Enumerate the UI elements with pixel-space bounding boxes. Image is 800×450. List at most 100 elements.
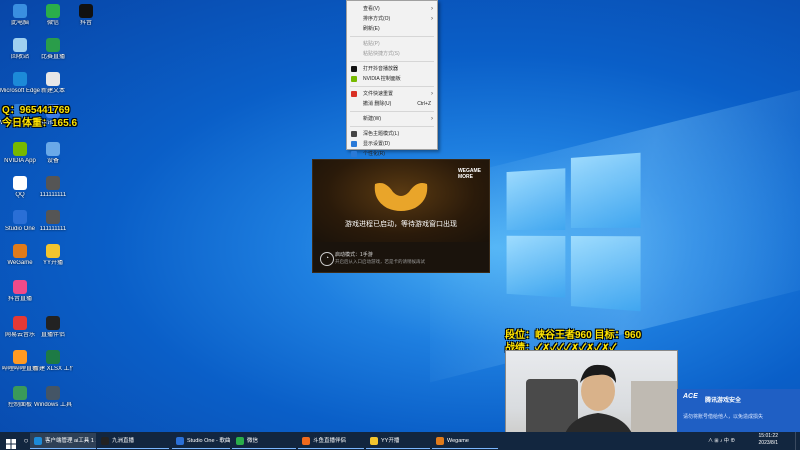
- taskbar-app-label: 微信: [247, 438, 258, 444]
- chevron-right-icon: ›: [431, 4, 433, 14]
- taskbar-app-button[interactable]: Wegame: [432, 433, 498, 449]
- running-indicator: [366, 448, 430, 449]
- show-desktop-button[interactable]: [795, 432, 800, 450]
- app-icon: [101, 437, 109, 445]
- taskbar-app-label: 客户端管理 ai工具 1 ...: [45, 438, 96, 444]
- desktop-icon[interactable]: 新建文本: [33, 72, 73, 95]
- wechat-icon: [46, 4, 60, 18]
- desktop-icon[interactable]: 111111111: [33, 210, 73, 233]
- context-menu-item[interactable]: 深色主题模式(L): [347, 129, 437, 139]
- windows-start-icon: [6, 439, 16, 449]
- menu-item-label: 新建(W): [363, 116, 381, 122]
- desktop-icon[interactable]: Windows 工具: [33, 386, 73, 409]
- desktop-icon[interactable]: 抖音: [66, 4, 106, 27]
- running-indicator: [30, 448, 96, 449]
- taskbar-app-label: 斗鱼直播伴侣: [313, 438, 346, 444]
- menu-item-icon: [351, 151, 357, 157]
- desktop-icon-label: Windows 工具: [33, 402, 73, 409]
- desktop[interactable]: 此电脑 微信 抖音 回收站 比赛直播 Microsoft Edge 新建文本 Windows …: [0, 0, 800, 450]
- qq-icon: [13, 176, 27, 190]
- clock-time: 15:01:22: [759, 433, 778, 440]
- context-menu-item[interactable]: 文件快速重置 ›: [347, 89, 437, 99]
- start-button[interactable]: [6, 436, 16, 446]
- chevron-right-icon: ›: [431, 114, 433, 124]
- menu-item-icon: [351, 76, 357, 82]
- wegame-brand: WEGAME MORE: [458, 168, 481, 180]
- context-menu-item[interactable]: 排序方式(O) ›: [347, 14, 437, 24]
- desktop-icon[interactable]: 设备: [33, 142, 73, 165]
- yy-icon: [46, 244, 60, 258]
- wegame-brand-line2: MORE: [458, 174, 481, 180]
- system-tray[interactable]: ∧ ⊞ ♪ 中 ⊕: [708, 437, 735, 444]
- app-icon: [34, 437, 42, 445]
- context-menu-item[interactable]: 刷新(E): [347, 24, 437, 34]
- menu-item-label: 粘贴快捷方式(S): [363, 51, 400, 57]
- desktop-icon-label: YY开播: [33, 260, 73, 267]
- menu-item-label: 粘贴(P): [363, 41, 380, 47]
- menu-item-label: 刷新(E): [363, 26, 380, 32]
- launch-status-icon: ◔: [320, 252, 334, 266]
- taskbar-app-button[interactable]: 微信: [232, 433, 296, 449]
- context-menu-item[interactable]: 显示设置(D): [347, 139, 437, 149]
- desktop-icon-label: 111111111: [33, 226, 73, 233]
- menu-separator: [350, 86, 434, 87]
- ace-logo: ACE: [683, 393, 701, 403]
- menu-item-icon: [351, 131, 357, 137]
- running-indicator: [172, 448, 230, 449]
- menu-item-icon: [351, 141, 357, 147]
- desktop-icon-label: 直播伴侣: [33, 332, 73, 339]
- control-panel-icon: [13, 386, 27, 400]
- app-icon: [370, 437, 378, 445]
- context-menu-item[interactable]: 查看(V) ›: [347, 4, 437, 14]
- app-icon: [176, 437, 184, 445]
- wegame-launch-window: WEGAME MORE 游戏进程已启动，等待游戏窗口出现 ◔ 启动模式：1手游 …: [312, 159, 490, 273]
- context-menu-item[interactable]: 新建(W) ›: [347, 114, 437, 124]
- chevron-right-icon: ›: [431, 14, 433, 24]
- taskbar-app-button[interactable]: 九洲直播: [97, 433, 169, 449]
- taskbar-clock[interactable]: 15:01:22 2023/8/1: [759, 433, 778, 447]
- taskbar-app-button[interactable]: Studio One - 歌曲...: [172, 433, 230, 449]
- desktop-icon[interactable]: YY开播: [33, 244, 73, 267]
- windows-logo: [507, 153, 642, 312]
- taskbar-app-label: YY开播: [381, 438, 399, 444]
- context-menu-item[interactable]: 个性化(R): [347, 149, 437, 159]
- running-indicator: [232, 448, 296, 449]
- menu-item-icon: [351, 91, 357, 97]
- menu-separator: [350, 126, 434, 127]
- menu-item-label: 排序方式(O): [363, 16, 390, 22]
- music-icon: [13, 316, 27, 330]
- running-indicator: [97, 448, 169, 449]
- menu-separator: [350, 111, 434, 112]
- desktop-icon[interactable]: 新建 XLSX 工作表: [33, 350, 73, 373]
- menu-item-label: 个性化(R): [363, 151, 385, 157]
- app-icon: [236, 437, 244, 445]
- taskbar-app-button[interactable]: YY开播: [366, 433, 430, 449]
- menu-item-label: 显示设置(D): [363, 141, 390, 147]
- tiktok-icon: [79, 4, 93, 18]
- taskbar-app-button[interactable]: 斗鱼直播伴侣: [298, 433, 364, 449]
- taskbar-app-button[interactable]: 客户端管理 ai工具 1 ...: [30, 433, 96, 449]
- security-toast[interactable]: ACE 腾讯游戏安全 请勿将账号借给他人，以免造成损失: [677, 389, 800, 433]
- menu-item-label: 查看(V): [363, 6, 380, 12]
- taskbar-app-label: Studio One - 歌曲...: [187, 438, 230, 444]
- running-indicator: [298, 448, 364, 449]
- weight-overlay: 今日体重：165.6: [2, 114, 77, 129]
- desktop-icon[interactable]: 111111111: [33, 176, 73, 199]
- context-menu-item[interactable]: NVIDIA 控制面板: [347, 74, 437, 84]
- recycle-bin-icon: [13, 38, 27, 52]
- taskbar-app-label: 九洲直播: [112, 438, 134, 444]
- bilibili-icon: [13, 350, 27, 364]
- wegame-banner: WEGAME MORE 游戏进程已启动，等待游戏窗口出现: [313, 160, 489, 242]
- context-menu-item[interactable]: 撤消 删除(U) Ctrl+Z: [347, 99, 437, 109]
- tools-icon: [46, 386, 60, 400]
- desktop-icon[interactable]: 抖音直播: [0, 280, 40, 303]
- desktop-icon[interactable]: 比赛直播: [33, 38, 73, 61]
- context-menu-item[interactable]: 打开抖音播放器: [347, 64, 437, 74]
- desktop-icon[interactable]: 直播伴侣: [33, 316, 73, 339]
- desktop-icon-label: 新建 XLSX 工作表: [33, 366, 73, 373]
- menu-item-shortcut: Ctrl+Z: [417, 99, 431, 109]
- context-menu-item: 粘贴快捷方式(S): [347, 49, 437, 59]
- edge-icon: [13, 72, 27, 86]
- nvidia-icon: [13, 142, 27, 156]
- menu-separator: [350, 61, 434, 62]
